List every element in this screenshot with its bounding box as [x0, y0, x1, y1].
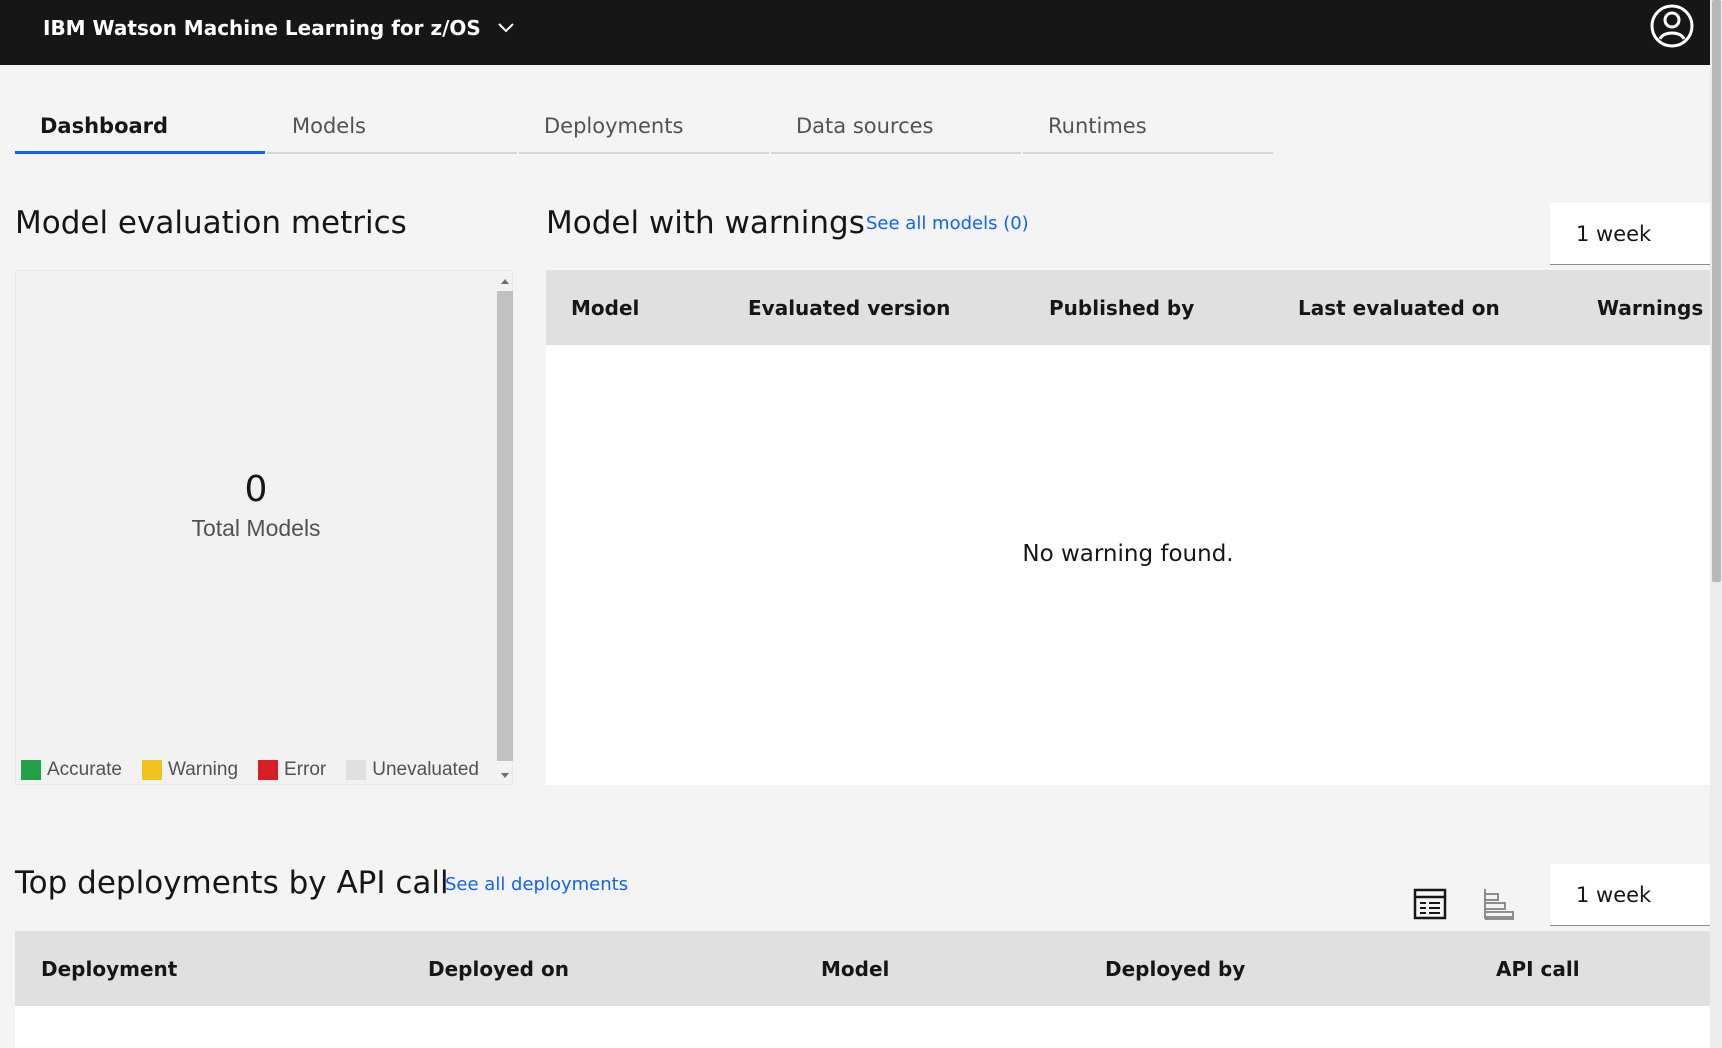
- warnings-table-header: Model Evaluated version Published by Las…: [546, 270, 1710, 345]
- legend-swatch-unevaluated: [346, 760, 367, 780]
- page-scrollbar-thumb[interactable]: [1712, 0, 1721, 582]
- column-header-evaluated-version[interactable]: Evaluated version: [748, 296, 950, 320]
- warnings-table: Model Evaluated version Published by Las…: [546, 270, 1710, 785]
- legend-item-warning[interactable]: Warning: [141, 759, 239, 781]
- deployments-title: Top deployments by API call: [15, 865, 449, 901]
- legend-item-unevaluated[interactable]: Unevaluated: [346, 759, 479, 781]
- chevron-down-icon: [497, 22, 515, 34]
- tab-deployments[interactable]: Deployments: [519, 100, 769, 154]
- column-header-model[interactable]: Model: [571, 296, 639, 320]
- tab-runtimes[interactable]: Runtimes: [1023, 100, 1273, 154]
- metrics-chart-panel: 0 Total Models Accurate Warning Error Un…: [15, 270, 513, 785]
- legend-label: Error: [284, 759, 327, 780]
- legend-label: Accurate: [47, 759, 122, 780]
- empty-state-message: No warning found.: [1022, 541, 1234, 567]
- legend-item-error[interactable]: Error: [258, 759, 326, 781]
- deployments-table: Deployment Deployed on Model Deployed by…: [15, 931, 1710, 1048]
- legend-swatch-warning: [141, 760, 162, 780]
- legend-scrollbar[interactable]: [496, 271, 514, 784]
- legend-scrollbar-thumb[interactable]: [497, 291, 513, 761]
- legend-swatch-accurate: [21, 760, 41, 780]
- legend-item-accurate[interactable]: Accurate: [21, 759, 122, 781]
- column-header-deployed-by[interactable]: Deployed by: [1105, 957, 1245, 981]
- tab-models[interactable]: Models: [267, 100, 517, 154]
- legend-swatch-error: [258, 760, 279, 780]
- table-view-icon[interactable]: [1412, 886, 1448, 922]
- warnings-title: Model with warnings: [546, 205, 865, 241]
- user-profile-icon[interactable]: [1648, 2, 1696, 50]
- deployments-table-header: Deployment Deployed on Model Deployed by…: [15, 931, 1710, 1006]
- total-models-count: 0: [244, 469, 268, 510]
- total-models-label: Total Models: [191, 515, 321, 541]
- column-header-warnings[interactable]: Warnings: [1597, 296, 1703, 320]
- see-all-deployments-link[interactable]: See all deployments: [445, 874, 628, 895]
- bar-chart-view-icon[interactable]: [1480, 886, 1516, 922]
- product-switcher[interactable]: IBM Watson Machine Learning for z/OS: [43, 0, 515, 55]
- warnings-period-select[interactable]: 1 week: [1550, 203, 1710, 265]
- product-title: IBM Watson Machine Learning for z/OS: [43, 15, 481, 40]
- column-header-model[interactable]: Model: [821, 957, 889, 981]
- deployments-period-select[interactable]: 1 week: [1550, 864, 1710, 926]
- see-all-models-link[interactable]: See all models (0): [866, 213, 1029, 234]
- scroll-up-arrow-icon[interactable]: [501, 279, 509, 284]
- tab-data-sources[interactable]: Data sources: [771, 100, 1021, 154]
- metrics-title: Model evaluation metrics: [15, 205, 407, 241]
- chart-legend: Accurate Warning Error Unevaluated: [21, 759, 499, 781]
- main-tabs: Dashboard Models Deployments Data source…: [15, 100, 1273, 154]
- top-navigation-bar: IBM Watson Machine Learning for z/OS: [0, 0, 1710, 65]
- column-header-deployment[interactable]: Deployment: [41, 957, 177, 981]
- column-header-published-by[interactable]: Published by: [1049, 296, 1194, 320]
- page-scrollbar[interactable]: [1710, 0, 1722, 1048]
- column-header-deployed-on[interactable]: Deployed on: [428, 957, 569, 981]
- scroll-down-arrow-icon[interactable]: [501, 773, 509, 778]
- column-header-last-evaluated-on[interactable]: Last evaluated on: [1298, 296, 1500, 320]
- legend-label: Unevaluated: [372, 759, 479, 780]
- legend-label: Warning: [167, 759, 239, 780]
- column-header-api-call[interactable]: API call: [1496, 957, 1580, 981]
- tab-dashboard[interactable]: Dashboard: [15, 100, 265, 154]
